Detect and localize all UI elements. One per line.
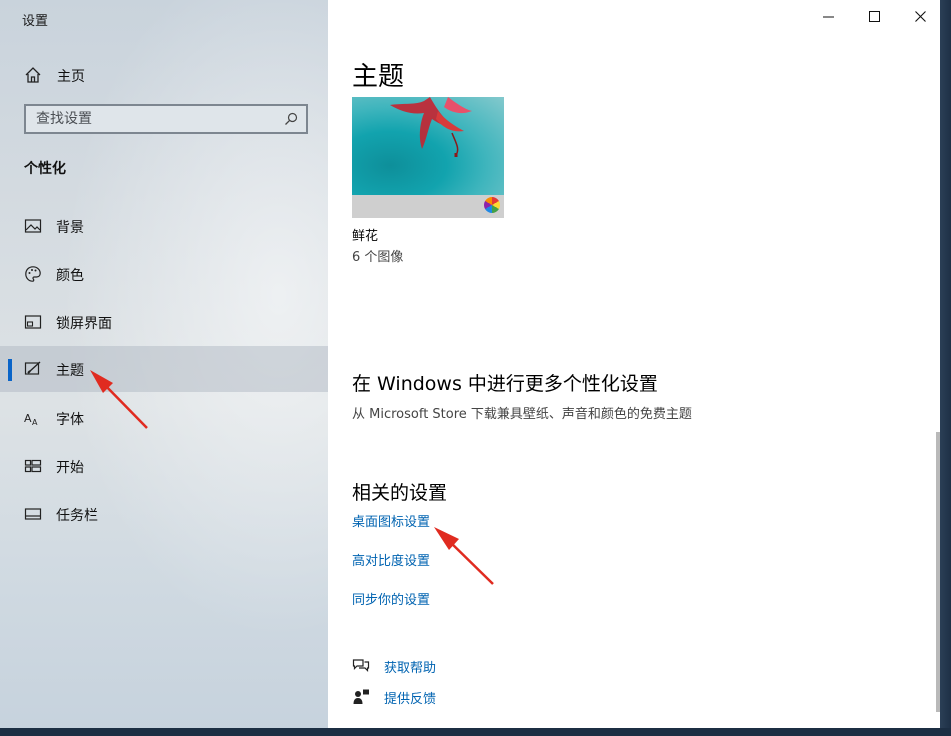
sidebar-item-label: 背景 bbox=[56, 220, 84, 236]
search-icon[interactable] bbox=[284, 112, 298, 126]
store-heading: 在 Windows 中进行更多个性化设置 bbox=[352, 373, 658, 395]
maximize-button[interactable] bbox=[852, 4, 898, 30]
sidebar-item-label: 字体 bbox=[56, 412, 84, 428]
sidebar-item-label: 锁屏界面 bbox=[56, 316, 112, 332]
section-title: 个性化 bbox=[24, 161, 66, 177]
theme-name: 鲜花 bbox=[352, 229, 379, 244]
related-settings-heading: 相关的设置 bbox=[352, 482, 448, 504]
minimize-button[interactable] bbox=[806, 4, 852, 30]
close-icon bbox=[915, 11, 926, 22]
sidebar-item-colors[interactable]: 颜色 bbox=[0, 251, 328, 297]
theme-color-strip bbox=[352, 195, 504, 218]
desktop-edge-bottom bbox=[0, 728, 951, 736]
sidebar-item-themes[interactable]: 主题 bbox=[0, 346, 328, 392]
feedback-label: 提供反馈 bbox=[384, 692, 437, 707]
page-title: 主题 bbox=[352, 62, 405, 92]
window-title: 设置 bbox=[22, 14, 49, 29]
color-wheel-icon bbox=[484, 197, 500, 213]
chat-help-icon bbox=[352, 659, 370, 672]
home-icon bbox=[25, 67, 41, 83]
sidebar-item-label: 颜色 bbox=[56, 268, 84, 284]
taskbar-icon bbox=[24, 508, 42, 520]
feedback-icon bbox=[353, 689, 369, 704]
sidebar-item-taskbar[interactable]: 任务栏 bbox=[0, 491, 328, 537]
theme-image-count: 6 个图像 bbox=[352, 250, 404, 265]
picture-icon bbox=[24, 219, 42, 233]
feedback-link[interactable]: 提供反馈 bbox=[352, 686, 552, 708]
sidebar: 设置 主页 个性化 背景 bbox=[0, 0, 328, 736]
sidebar-home[interactable]: 主页 bbox=[0, 60, 328, 90]
active-indicator bbox=[8, 359, 12, 381]
svg-text:A: A bbox=[24, 412, 32, 425]
search-box[interactable] bbox=[24, 104, 308, 134]
get-help-label: 获取帮助 bbox=[384, 661, 437, 676]
sidebar-item-start[interactable]: 开始 bbox=[0, 443, 328, 489]
lockscreen-icon bbox=[24, 315, 42, 329]
content-pane: 主题 鲜花 6 个图像 在 Windows 中进行更多个性化设置 从 Micro… bbox=[328, 0, 940, 728]
theme-icon bbox=[24, 361, 41, 375]
store-description: 从 Microsoft Store 下载兼具壁纸、声音和颜色的免费主题 bbox=[352, 407, 692, 422]
settings-window: 设置 主页 个性化 背景 bbox=[0, 0, 951, 736]
sidebar-item-label: 任务栏 bbox=[56, 508, 98, 524]
sidebar-item-background[interactable]: 背景 bbox=[0, 203, 328, 249]
svg-text:A: A bbox=[32, 418, 38, 427]
home-label: 主页 bbox=[57, 69, 85, 85]
search-input[interactable] bbox=[26, 106, 276, 132]
start-icon bbox=[24, 459, 42, 473]
desktop-edge-right bbox=[940, 0, 951, 736]
high-contrast-settings-link[interactable]: 高对比度设置 bbox=[352, 550, 430, 569]
theme-preview-image bbox=[352, 97, 504, 195]
font-icon: A A bbox=[24, 412, 38, 427]
sidebar-item-lockscreen[interactable]: 锁屏界面 bbox=[0, 299, 328, 345]
sidebar-item-fonts[interactable]: A A 字体 bbox=[0, 395, 328, 441]
get-help-link[interactable]: 获取帮助 bbox=[352, 655, 552, 677]
sidebar-item-label: 开始 bbox=[56, 460, 84, 476]
sync-settings-link[interactable]: 同步你的设置 bbox=[352, 589, 430, 608]
maximize-icon bbox=[869, 11, 880, 22]
theme-thumbnail[interactable] bbox=[352, 97, 504, 218]
desktop-icon-settings-link[interactable]: 桌面图标设置 bbox=[352, 511, 430, 530]
palette-icon bbox=[25, 266, 41, 282]
sidebar-item-label: 主题 bbox=[56, 363, 84, 379]
close-button[interactable] bbox=[898, 4, 944, 30]
flower-illustration bbox=[390, 97, 472, 157]
minimize-icon bbox=[823, 16, 834, 18]
